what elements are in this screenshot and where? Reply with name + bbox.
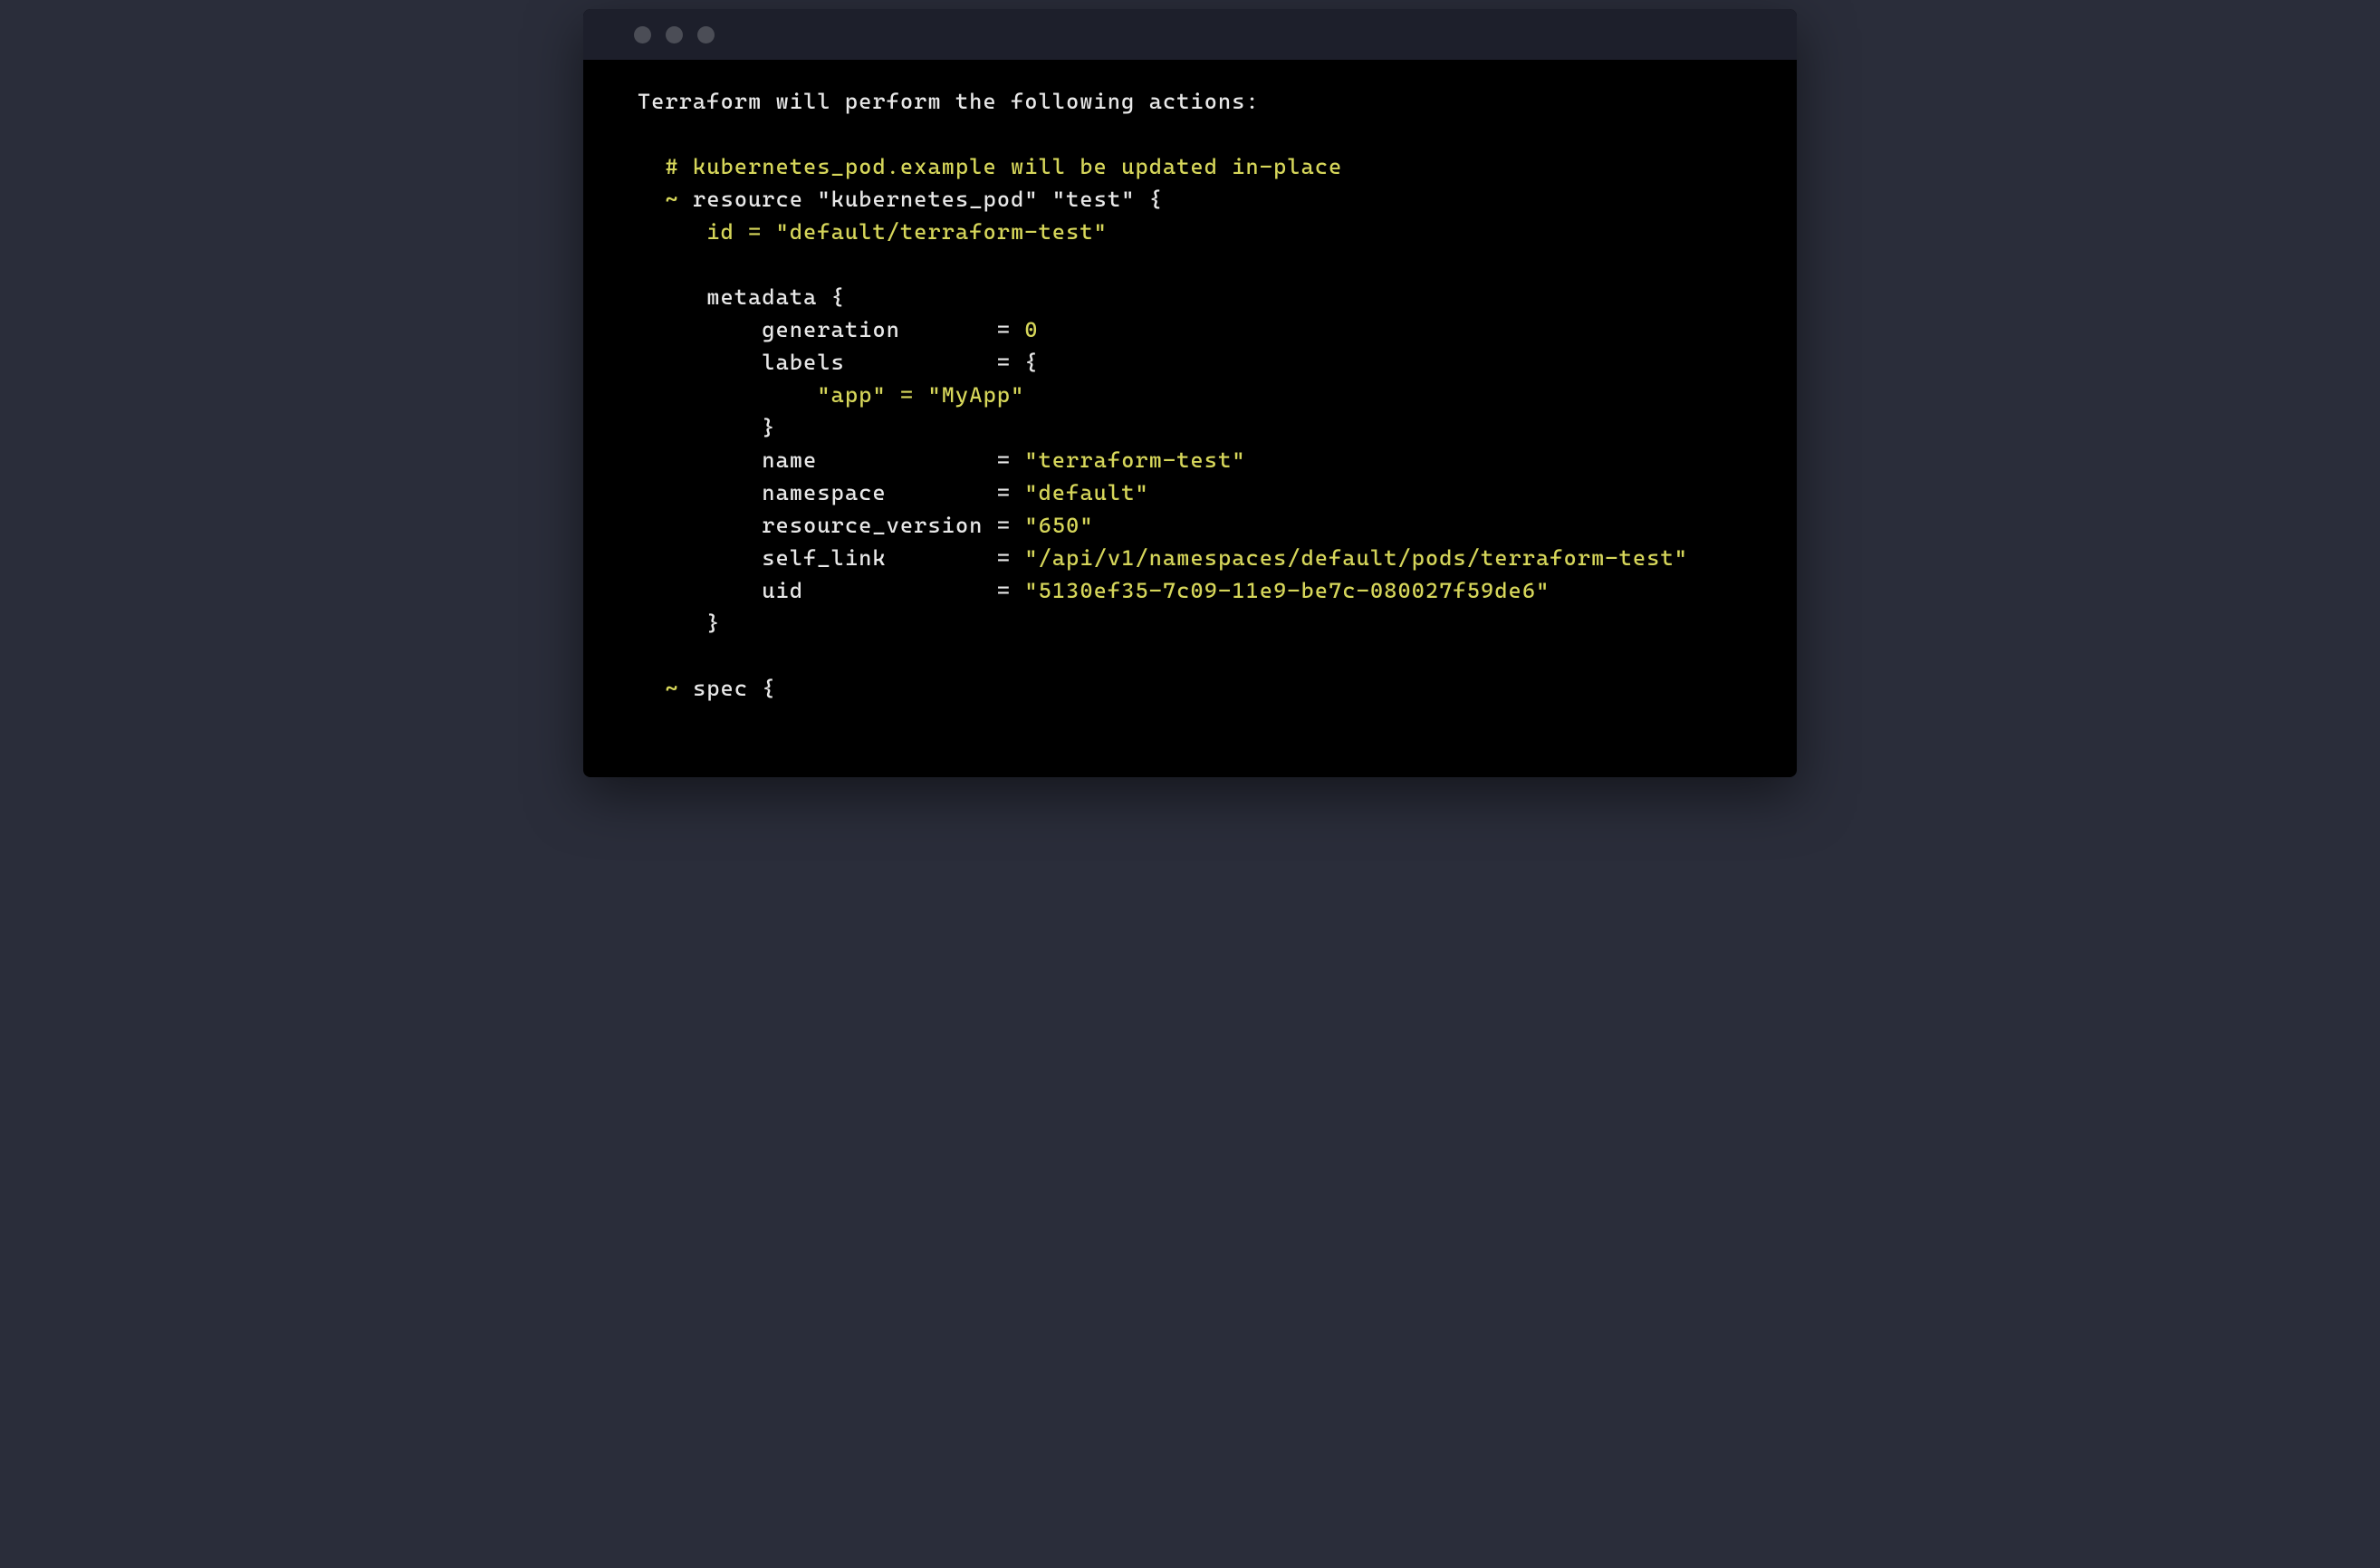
update-marker: ~ (666, 676, 679, 701)
resource-version-value: "650" (1024, 513, 1093, 538)
resource-comment: # kubernetes_pod.example will be updated… (666, 154, 1343, 179)
self-link-key: self_link (762, 545, 886, 571)
brace: { (831, 284, 845, 310)
update-marker: ~ (666, 187, 679, 212)
equals: = (997, 545, 1011, 571)
terminal-output: Terraform will perform the following act… (583, 60, 1797, 777)
uid-value: "5130ef35-7c09-11e9-be7c-080027f59de6" (1024, 578, 1550, 603)
resource-type: "kubernetes_pod" (817, 187, 1038, 212)
equals: = (997, 317, 1011, 342)
resource-name: "test" (1052, 187, 1136, 212)
generation-key: generation (762, 317, 900, 342)
equals: = (997, 513, 1011, 538)
equals: = (997, 350, 1011, 375)
brace: } (706, 611, 720, 636)
brace: { (1149, 187, 1163, 212)
id-key: id (706, 219, 734, 245)
equals: = (997, 480, 1011, 505)
resource-keyword: resource (693, 187, 803, 212)
plan-header: Terraform will perform the following act… (638, 89, 1260, 114)
resource-version-key: resource_version (762, 513, 983, 538)
id-value: "default/terraform-test" (776, 219, 1108, 245)
terminal-window: Terraform will perform the following act… (583, 9, 1797, 777)
equals: = (997, 447, 1011, 473)
spec-block: spec (693, 676, 748, 701)
equals: = (997, 578, 1011, 603)
output-line: Terraform will perform the following act… (638, 85, 1742, 705)
name-key: name (762, 447, 817, 473)
brace: { (762, 676, 775, 701)
brace: } (762, 415, 775, 440)
generation-value: 0 (1024, 317, 1038, 342)
app-key: "app" (817, 382, 886, 408)
close-icon[interactable] (634, 26, 651, 43)
app-value: "MyApp" (928, 382, 1025, 408)
name-value: "terraform-test" (1024, 447, 1245, 473)
uid-key: uid (762, 578, 803, 603)
labels-key: labels (762, 350, 845, 375)
window-titlebar (583, 9, 1797, 60)
namespace-value: "default" (1024, 480, 1148, 505)
maximize-icon[interactable] (697, 26, 715, 43)
brace: { (1024, 350, 1038, 375)
namespace-key: namespace (762, 480, 886, 505)
metadata-block: metadata (706, 284, 817, 310)
self-link-value: "/api/v1/namespaces/default/pods/terrafo… (1024, 545, 1688, 571)
minimize-icon[interactable] (666, 26, 683, 43)
